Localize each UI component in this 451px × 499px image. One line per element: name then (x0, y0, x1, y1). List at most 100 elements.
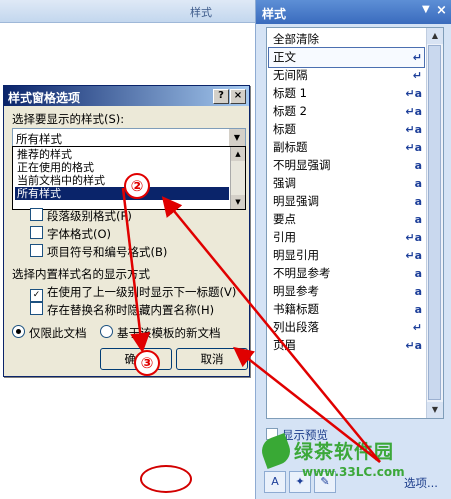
style-pane-options-dialog: 样式窗格选项 ? × 选择要显示的样式(S): 所有样式 ▼ 推荐的样式 正在使… (3, 85, 250, 377)
checkbox-icon (30, 208, 43, 221)
style-name: 明显参考 (273, 284, 319, 298)
style-list-item[interactable]: 要点 a (269, 210, 424, 229)
dropdown-option[interactable]: 正在使用的格式 (15, 161, 229, 174)
select-value: 所有样式 (16, 132, 62, 146)
styles-pane-title: 样式 (262, 7, 287, 21)
hide-builtin-name-label: 存在替换名称时隐藏内置名称(H) (47, 303, 215, 317)
style-name: 书籍标题 (273, 302, 319, 316)
this-document-radio[interactable]: 仅限此文档 (12, 325, 87, 341)
style-list-item[interactable]: 书籍标题 a (269, 300, 424, 319)
styles-to-show-select[interactable]: 所有样式 ▼ (12, 128, 246, 148)
style-name: 明显强调 (273, 194, 319, 208)
style-list-item[interactable]: 强调 a (269, 174, 424, 193)
style-type-icon: a (414, 267, 422, 280)
style-type-icon: ↵a (405, 141, 422, 154)
hide-builtin-name-checkbox[interactable]: 存在替换名称时隐藏内置名称(H) (30, 302, 214, 318)
scroll-up-icon[interactable]: ▲ (427, 28, 443, 44)
style-type-icon: ↵a (405, 123, 422, 136)
style-list-item[interactable]: 列出段落 ↵ (269, 318, 424, 337)
dialog-titlebar: 样式窗格选项 ? × (4, 86, 249, 106)
font-format-checkbox[interactable]: 字体格式(O) (30, 226, 111, 242)
style-list-scrollbar[interactable]: ▲ ▼ (426, 28, 443, 418)
pane-menu-icon[interactable]: ▼ (422, 4, 430, 15)
style-type-icon: ↵a (405, 249, 422, 262)
style-type-icon: ↵a (405, 231, 422, 244)
style-type-icon: a (414, 159, 422, 172)
style-type-icon: ↵a (405, 105, 422, 118)
style-type-icon: a (414, 285, 422, 298)
leaf-logo-icon (258, 433, 294, 469)
select-styles-label: 选择要显示的样式(S): (12, 112, 125, 126)
dialog-title: 样式窗格选项 (8, 91, 81, 105)
styles-pane: 样式 ▼ × ▲ ▼ 全部清除 正文 ↵ 无间隔 ↵ 标题 1 ↵a 标题 2 ↵a 标题 ↵a 副标… (255, 0, 451, 499)
style-list-item[interactable]: 明显引用 ↵a (269, 246, 424, 265)
style-name: 副标题 (273, 140, 308, 154)
style-name: 标题 2 (273, 104, 307, 118)
bullet-format-checkbox[interactable]: 项目符号和编号格式(B) (30, 244, 167, 260)
style-type-icon: ↵ (412, 51, 422, 64)
style-name: 要点 (273, 212, 296, 226)
style-list-item[interactable]: 明显强调 a (269, 192, 424, 211)
step-marker-2: ② (124, 173, 150, 199)
style-type-icon: a (414, 303, 422, 316)
style-list-item[interactable]: 副标题 ↵a (269, 138, 424, 157)
style-list-item[interactable]: 无间隔 ↵ (269, 66, 424, 85)
style-list-item[interactable]: 不明显强调 a (269, 156, 424, 175)
style-list-item[interactable]: 正文 ↵ (268, 47, 425, 68)
step-marker-3: ③ (134, 350, 160, 376)
style-type-icon: a (414, 213, 422, 226)
ribbon-bar: 样式 (0, 0, 260, 23)
close-icon[interactable]: × (230, 89, 246, 104)
cancel-button[interactable]: 取消 (176, 348, 248, 370)
style-list-item[interactable]: 引用 ↵a (269, 228, 424, 247)
style-name: 标题 (273, 122, 296, 136)
font-format-label: 字体格式(O) (47, 227, 112, 241)
dropdown-scrollbar[interactable]: ▲ ▼ (230, 147, 245, 209)
style-list: ▲ ▼ 全部清除 正文 ↵ 无间隔 ↵ 标题 1 ↵a 标题 2 ↵a 标题 ↵a 副标题 ↵a 不明显强… (266, 27, 444, 419)
template-documents-label: 基于该模板的新文档 (117, 326, 221, 340)
style-name: 明显引用 (273, 248, 319, 262)
dropdown-option[interactable]: 推荐的样式 (15, 148, 229, 161)
style-list-item[interactable]: 标题 1 ↵a (269, 84, 424, 103)
style-type-icon: ↵ (412, 321, 422, 334)
builtin-names-label: 选择内置样式名的显示方式 (12, 267, 150, 281)
help-icon[interactable]: ? (213, 89, 229, 104)
show-next-heading-checkbox[interactable]: ✓ 在使用了上一级别时显示下一标题(V) (30, 284, 236, 302)
scroll-down-icon[interactable]: ▼ (427, 402, 443, 418)
dropdown-option[interactable]: 当前文档中的样式 (15, 174, 229, 187)
site-watermark: 绿茶软件园 www.33LC.com (258, 433, 412, 495)
bullet-format-label: 项目符号和编号格式(B) (47, 245, 168, 259)
style-type-icon: a (414, 177, 422, 190)
scroll-up-icon[interactable]: ▲ (231, 147, 245, 161)
style-list-item[interactable]: 标题 2 ↵a (269, 102, 424, 121)
checkbox-icon (30, 244, 43, 257)
show-next-heading-label: 在使用了上一级别时显示下一标题(V) (47, 285, 237, 299)
style-name: 正文 (273, 50, 296, 64)
style-name: 不明显强调 (273, 158, 331, 172)
scroll-down-icon[interactable]: ▼ (231, 195, 245, 209)
style-type-icon: ↵ (412, 69, 422, 82)
style-list-item[interactable]: 全部清除 (269, 30, 424, 49)
style-name: 标题 1 (273, 86, 307, 100)
style-list-item[interactable]: 明显参考 a (269, 282, 424, 301)
style-type-icon: ↵a (405, 87, 422, 100)
ribbon-group-label: 样式 (190, 6, 212, 19)
style-list-item[interactable]: 页眉 ↵a (269, 336, 424, 355)
scroll-thumb[interactable] (428, 45, 441, 400)
template-documents-radio[interactable]: 基于该模板的新文档 (100, 325, 221, 341)
style-type-icon: ↵a (405, 339, 422, 352)
chevron-down-icon[interactable]: ▼ (229, 129, 245, 147)
watermark-url: www.33LC.com (302, 465, 405, 479)
pane-close-icon[interactable]: × (436, 3, 447, 18)
options-highlight-ellipse (140, 465, 192, 493)
paragraph-format-checkbox[interactable]: 段落级别格式(P) (30, 208, 132, 224)
dropdown-option-selected[interactable]: 所有样式 (15, 187, 229, 200)
style-name: 引用 (273, 230, 296, 244)
style-type-icon: a (414, 195, 422, 208)
watermark-name: 绿茶软件园 (294, 441, 395, 463)
checkbox-icon (30, 226, 43, 239)
style-list-item[interactable]: 不明显参考 a (269, 264, 424, 283)
style-list-item[interactable]: 标题 ↵a (269, 120, 424, 139)
checkmark-icon: ✓ (30, 289, 43, 302)
style-name: 全部清除 (273, 32, 319, 46)
